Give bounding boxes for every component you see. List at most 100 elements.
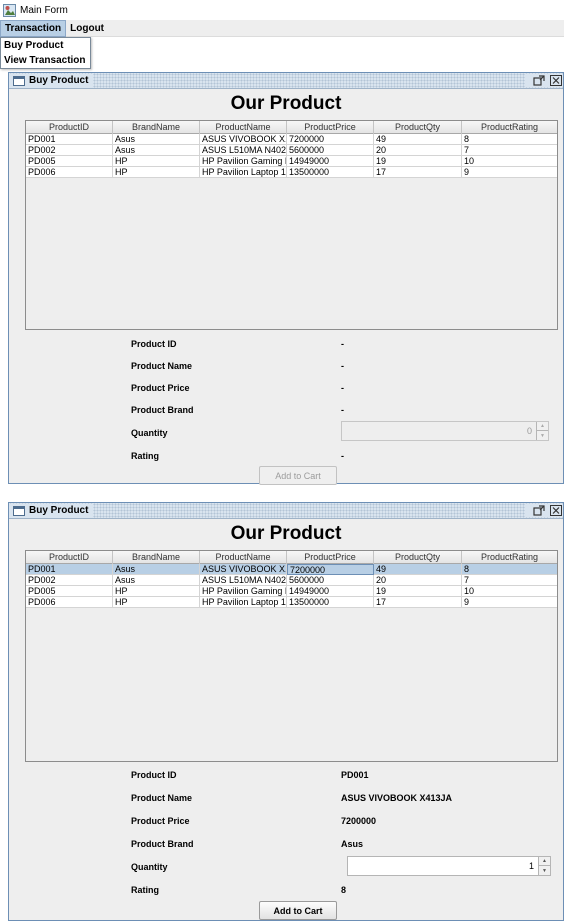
label-product-brand: Product Brand: [131, 405, 194, 415]
cell-product-id: PD002: [26, 575, 113, 586]
main-window-titlebar: Main Form: [0, 0, 564, 20]
cell-product-qty: 20: [374, 575, 462, 586]
cell-brand-name: HP: [113, 586, 200, 597]
chevron-down-icon[interactable]: ▼: [537, 431, 548, 440]
maximize-icon[interactable]: [532, 74, 546, 87]
frame-title: Buy Product: [29, 505, 89, 516]
table-row[interactable]: PD006 HP HP Pavilion Laptop 14... 135000…: [26, 597, 557, 608]
menu-logout[interactable]: Logout: [66, 20, 108, 37]
cell-product-price: 5600000: [287, 575, 374, 586]
label-product-brand: Product Brand: [131, 839, 194, 849]
cell-product-id: PD001: [26, 134, 113, 145]
column-header-product-id[interactable]: ProductID: [26, 551, 113, 564]
label-product-name: Product Name: [131, 793, 193, 803]
add-to-cart-button[interactable]: Add to Cart: [259, 466, 337, 485]
java-app-icon: [3, 3, 16, 17]
quantity-value: 1: [528, 861, 534, 871]
table-row[interactable]: PD002 Asus ASUS L510MA N4020 5600000 20 …: [26, 145, 557, 156]
table-row[interactable]: PD005 HP HP Pavilion Gaming L... 1494900…: [26, 156, 557, 167]
window-title: Main Form: [20, 4, 68, 16]
cell-product-rating: 10: [464, 156, 475, 166]
cell-product-qty: 20: [374, 145, 462, 156]
chevron-up-icon[interactable]: ▲: [539, 857, 550, 866]
chevron-up-icon[interactable]: ▲: [537, 422, 548, 431]
cell-product-rating: 8: [464, 134, 470, 144]
table-row-selected[interactable]: PD001 Asus ASUS VIVOBOOK X... 7200000 49…: [26, 564, 557, 575]
table-header: ProductID BrandName ProductName ProductP…: [26, 121, 557, 134]
cell-brand-name: Asus: [113, 564, 200, 575]
cell-product-qty: 19: [374, 586, 462, 597]
add-to-cart-button[interactable]: Add to Cart: [259, 901, 337, 920]
cell-brand-name: HP: [113, 156, 200, 167]
maximize-icon[interactable]: [532, 504, 546, 517]
chevron-down-icon[interactable]: ▼: [539, 866, 550, 875]
label-quantity: Quantity: [131, 862, 168, 872]
column-header-product-rating[interactable]: ProductRating: [462, 121, 557, 134]
table-row[interactable]: PD005 HP HP Pavilion Gaming L... 1494900…: [26, 586, 557, 597]
cell-product-rating: 10: [464, 586, 475, 596]
column-header-product-name[interactable]: ProductName: [200, 551, 287, 564]
cell-brand-name: Asus: [113, 575, 200, 586]
close-icon[interactable]: [549, 74, 563, 87]
label-product-price: Product Price: [131, 816, 190, 826]
quantity-stepper[interactable]: 1 ▲ ▼: [347, 856, 551, 876]
page-title: Our Product: [230, 523, 342, 544]
cell-product-price: 13500000: [287, 167, 374, 178]
column-header-brand-name[interactable]: BrandName: [113, 551, 200, 564]
transaction-dropdown: Buy Product View Transaction: [0, 37, 91, 69]
cell-product-name: ASUS L510MA N4020: [202, 575, 287, 586]
quantity-stepper[interactable]: 0 ▲ ▼: [341, 421, 549, 441]
cell-product-name: HP Pavilion Laptop 14...: [202, 597, 287, 608]
cell-product-qty: 49: [374, 134, 462, 145]
label-rating: Rating: [131, 885, 159, 895]
value-product-name: -: [341, 361, 344, 371]
frame-titlebar[interactable]: Buy Product: [9, 503, 563, 519]
cell-product-rating: 7: [464, 575, 470, 585]
menu-item-view-transaction[interactable]: View Transaction: [1, 53, 90, 68]
cell-product-rating: 9: [464, 167, 470, 177]
buy-product-frame-empty: Buy Product Our Product ProductID BrandN…: [8, 72, 564, 485]
cell-product-price: 5600000: [287, 145, 374, 156]
frame-titlebar[interactable]: Buy Product: [9, 73, 563, 89]
cell-product-id: PD005: [26, 586, 113, 597]
menu-item-buy-product[interactable]: Buy Product: [1, 38, 90, 53]
column-header-product-rating[interactable]: ProductRating: [462, 551, 557, 564]
value-product-brand: -: [341, 405, 344, 415]
cell-product-qty: 17: [374, 597, 462, 608]
value-product-id: PD001: [341, 770, 369, 780]
cell-product-price: 14949000: [287, 156, 374, 167]
table-row[interactable]: PD001 Asus ASUS VIVOBOOK X... 7200000 49…: [26, 134, 557, 145]
product-table: ProductID BrandName ProductName ProductP…: [25, 120, 558, 330]
cell-product-price: 7200000: [287, 134, 374, 145]
close-icon[interactable]: [549, 504, 563, 517]
column-header-product-id[interactable]: ProductID: [26, 121, 113, 134]
table-row[interactable]: PD006 HP HP Pavilion Laptop 14... 135000…: [26, 167, 557, 178]
cell-product-rating: 8: [464, 564, 470, 574]
cell-product-price: 14949000: [287, 586, 374, 597]
cell-product-id: PD006: [26, 597, 113, 608]
cell-product-name: ASUS VIVOBOOK X...: [202, 134, 287, 145]
column-header-product-name[interactable]: ProductName: [200, 121, 287, 134]
cell-product-rating: 7: [464, 145, 470, 155]
value-rating: -: [341, 451, 344, 461]
table-row[interactable]: PD002 Asus ASUS L510MA N4020 5600000 20 …: [26, 575, 557, 586]
buy-product-frame-selected: Buy Product Our Product ProductID BrandN…: [8, 502, 564, 921]
value-product-price: -: [341, 383, 344, 393]
column-header-product-price[interactable]: ProductPrice: [287, 551, 374, 564]
menu-transaction[interactable]: Transaction: [0, 20, 67, 37]
cell-product-name: ASUS VIVOBOOK X...: [202, 564, 287, 575]
column-header-product-qty[interactable]: ProductQty: [374, 551, 462, 564]
column-header-brand-name[interactable]: BrandName: [113, 121, 200, 134]
menubar: Transaction Logout: [0, 20, 564, 37]
cell-product-price: 7200000: [287, 564, 374, 575]
label-product-id: Product ID: [131, 339, 177, 349]
cell-product-name: HP Pavilion Laptop 14...: [202, 167, 287, 178]
column-header-product-qty[interactable]: ProductQty: [374, 121, 462, 134]
label-rating: Rating: [131, 451, 159, 461]
value-rating: 8: [341, 885, 347, 895]
label-quantity: Quantity: [131, 428, 168, 438]
frame-title: Buy Product: [29, 75, 89, 86]
cell-product-id: PD006: [26, 167, 113, 178]
column-header-product-price[interactable]: ProductPrice: [287, 121, 374, 134]
value-product-price: 7200000: [341, 816, 377, 826]
